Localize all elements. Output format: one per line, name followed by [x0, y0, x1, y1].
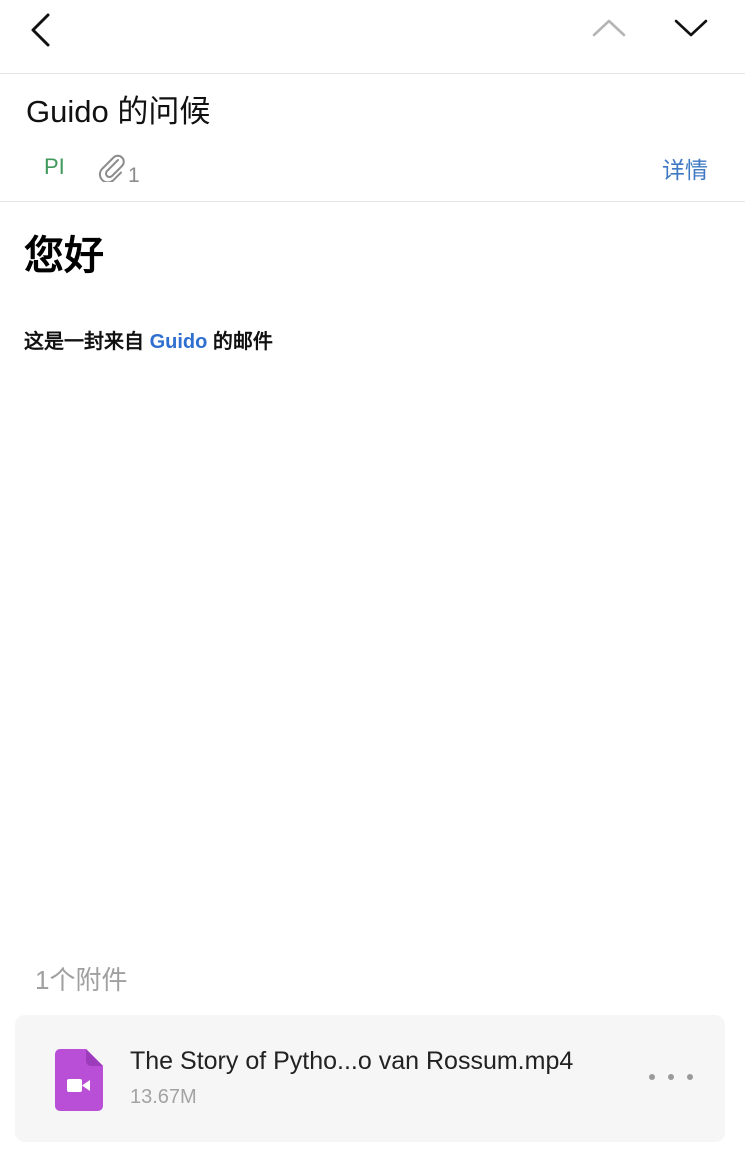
email-greeting: 您好 [24, 234, 104, 278]
attachment-card[interactable]: The Story of Pytho...o van Rossum.mp4 13… [15, 1015, 725, 1142]
next-email-button[interactable] [670, 12, 712, 44]
back-button[interactable] [22, 10, 58, 50]
body-sender-link[interactable]: Guido [150, 331, 208, 353]
body-text-suffix: 的邮件 [212, 331, 273, 353]
more-options-button[interactable] [649, 1067, 693, 1087]
video-file-icon [55, 1049, 103, 1111]
more-dot [687, 1074, 693, 1080]
attachment-file-name: The Story of Pytho...o van Rossum.mp4 [130, 1047, 574, 1075]
more-dot [668, 1074, 674, 1080]
body-text-prefix: 这是一封来自 [24, 331, 144, 353]
chevron-left-icon [31, 13, 50, 47]
paperclip-icon [98, 154, 125, 182]
top-nav-bar [0, 0, 745, 74]
attachments-label: 1个附件 [35, 965, 128, 995]
previous-email-button[interactable] [588, 12, 630, 44]
chevron-up-icon [592, 19, 626, 37]
attachment-count: 1 [128, 164, 140, 187]
email-subject: Guido 的问候 [26, 94, 211, 129]
email-body-text: 这是一封来自 Guido 的邮件 [24, 328, 273, 356]
attachment-file-size: 13.67M [130, 1086, 197, 1108]
sender-tag[interactable]: PI [44, 154, 65, 180]
chevron-down-icon [674, 19, 708, 37]
details-link[interactable]: 详情 [662, 151, 708, 185]
more-dot [649, 1074, 655, 1080]
attachment-indicator[interactable]: 1 [96, 152, 140, 187]
